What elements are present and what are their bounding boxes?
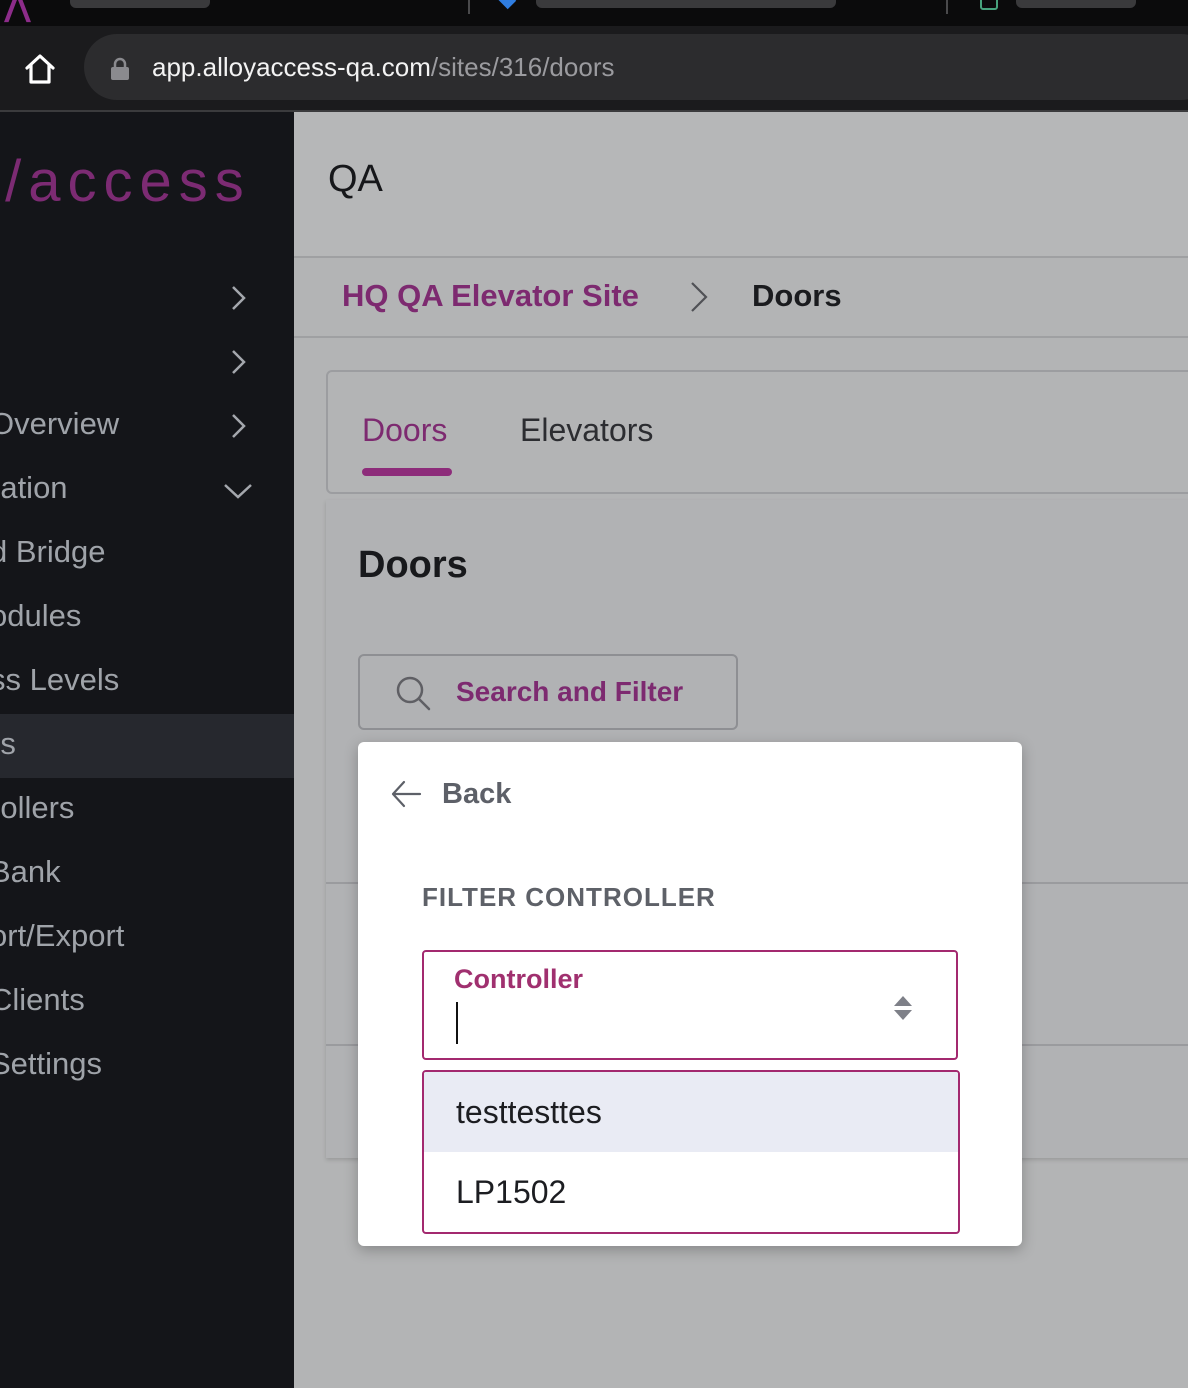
sidebar-item-clients[interactable]: Clients (0, 970, 294, 1034)
option-lp1502[interactable]: LP1502 (424, 1152, 958, 1232)
sidebar-item-controllers[interactable]: rollers (0, 778, 294, 842)
sidebar-item-label: rs (0, 726, 16, 761)
sidebar-item-bridge[interactable]: d Bridge (0, 522, 294, 586)
tab-separator (946, 0, 948, 14)
sidebar-item-label: ss Levels (0, 662, 120, 697)
search-icon (396, 676, 431, 711)
sidebar-item-modules[interactable]: odules (0, 586, 294, 650)
sidebar-item-1[interactable] (0, 266, 294, 330)
option-label: LP1502 (456, 1174, 567, 1210)
breadcrumb-site-link[interactable]: HQ QA Elevator Site (342, 278, 639, 314)
browser-tab-strip: ⋀ (0, 0, 1188, 26)
sidebar-item-bank[interactable]: Bank (0, 842, 294, 906)
app-tab-icon[interactable] (980, 0, 998, 10)
url-host: app.alloyaccess-qa.com (152, 52, 431, 82)
tab-favicon-logo[interactable]: ⋀ (4, 0, 31, 24)
sidebar-item-configuration[interactable]: ration (0, 458, 294, 522)
tab-doors[interactable]: Doors (362, 412, 447, 449)
filter-heading: FILTER CONTROLLER (422, 882, 716, 912)
sidebar-item-label: rollers (0, 790, 75, 825)
sidebar-item-label: Overview (0, 406, 120, 441)
arrow-left-icon (391, 780, 422, 808)
tab-elevators[interactable]: Elevators (520, 412, 653, 449)
sidebar-item-label: ort/Export (0, 918, 125, 953)
chevron-right-icon (232, 414, 246, 438)
browser-address-row: app.alloyaccess-qa.com/sites/316/doors (0, 26, 1188, 110)
tab-separator (468, 0, 470, 14)
page-title: QA (328, 158, 383, 200)
sidebar-item-label: Clients (0, 982, 85, 1017)
back-button[interactable]: Back (390, 776, 590, 816)
active-tab-indicator (362, 468, 452, 476)
tab-title-obscured[interactable] (536, 0, 836, 8)
controller-select-label: Controller (454, 964, 584, 994)
sidebar-item-2[interactable] (0, 330, 294, 394)
sidebar-item-label: Bank (0, 854, 61, 889)
chevron-right-icon (691, 282, 708, 312)
sidebar-item-label: Settings (0, 1046, 103, 1081)
sidebar-item-label: d Bridge (0, 534, 106, 569)
page-header: QA (294, 112, 1188, 258)
search-and-filter-button[interactable]: Search and Filter (358, 654, 738, 730)
option-testtesttes[interactable]: testtesttes (424, 1072, 958, 1152)
back-label: Back (442, 778, 512, 810)
sidebar-item-overview[interactable]: Overview (0, 394, 294, 458)
sidebar-item-settings[interactable]: Settings (0, 1034, 294, 1098)
search-and-filter-label: Search and Filter (456, 676, 684, 707)
tab-bar: Doors Elevators (326, 370, 1188, 494)
section-title: Doors (358, 544, 468, 586)
sidebar-item-label: odules (0, 598, 82, 633)
breadcrumb-current: Doors (752, 278, 842, 313)
controller-select[interactable]: Controller (422, 950, 958, 1060)
filter-popover: Back FILTER CONTROLLER Controller testte… (358, 742, 1022, 1246)
sidebar: //access Overview ration d Bridge odules… (0, 112, 294, 1388)
url-path: /sites/316/doors (430, 52, 615, 82)
sidebar-item-label: ration (0, 470, 68, 505)
tab-title-obscured[interactable] (1016, 0, 1136, 8)
url-text[interactable]: app.alloyaccess-qa.com/sites/316/doors (152, 52, 614, 83)
option-label: testtesttes (456, 1094, 602, 1130)
chevron-right-icon (232, 286, 246, 310)
controller-options-list: testtesttes LP1502 (422, 1070, 960, 1234)
jira-tab-icon[interactable] (497, 0, 517, 10)
sidebar-item-doors[interactable]: rs (0, 714, 294, 778)
sort-updown-icon (894, 996, 912, 1020)
tab-title-obscured[interactable] (70, 0, 210, 8)
chevron-right-icon (232, 350, 246, 374)
sidebar-item-import-export[interactable]: ort/Export (0, 906, 294, 970)
text-caret (456, 1002, 458, 1044)
brand-logo[interactable]: //access (0, 148, 251, 215)
sidebar-item-access-levels[interactable]: ss Levels (0, 650, 294, 714)
chevron-down-icon (224, 484, 252, 499)
home-icon[interactable] (22, 51, 58, 87)
breadcrumb: HQ QA Elevator Site Doors (294, 258, 1188, 338)
lock-icon (111, 57, 129, 80)
